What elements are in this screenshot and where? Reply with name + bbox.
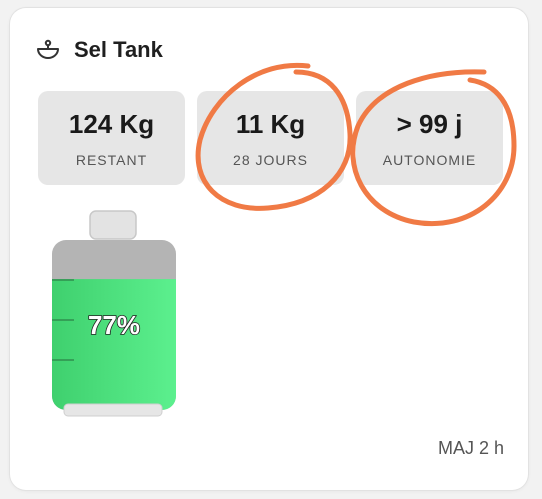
stat-autonomy[interactable]: > 99 j AUTONOMIE — [356, 91, 503, 185]
salt-tank-gauge[interactable]: 77% — [50, 210, 178, 420]
stat-remaining[interactable]: 124 Kg RESTANT — [38, 91, 185, 185]
stat-consumption-label: 28 JOURS — [233, 152, 308, 168]
stat-autonomy-value: > 99 j — [396, 109, 463, 139]
stat-consumption-value: 11 Kg — [235, 109, 306, 139]
scale-icon — [36, 38, 60, 62]
stat-remaining-label: RESTANT — [75, 152, 148, 168]
tank-base — [63, 403, 163, 417]
stat-consumption[interactable]: 11 Kg 28 JOURS — [197, 91, 344, 185]
tank-cap — [89, 210, 137, 240]
card-title: Sel Tank — [74, 37, 163, 62]
stat-remaining-value: 124 Kg — [68, 109, 155, 139]
sel-tank-card[interactable]: Sel Tank 124 Kg RESTANT 11 Kg 28 JOURS >… — [10, 8, 528, 490]
tank-level-text: 77% — [88, 310, 140, 340]
last-updated: MAJ 2 h — [437, 438, 504, 458]
tank-fill-level — [52, 279, 176, 410]
stat-autonomy-label: AUTONOMIE — [382, 152, 477, 168]
card-header: Sel Tank — [36, 36, 163, 64]
